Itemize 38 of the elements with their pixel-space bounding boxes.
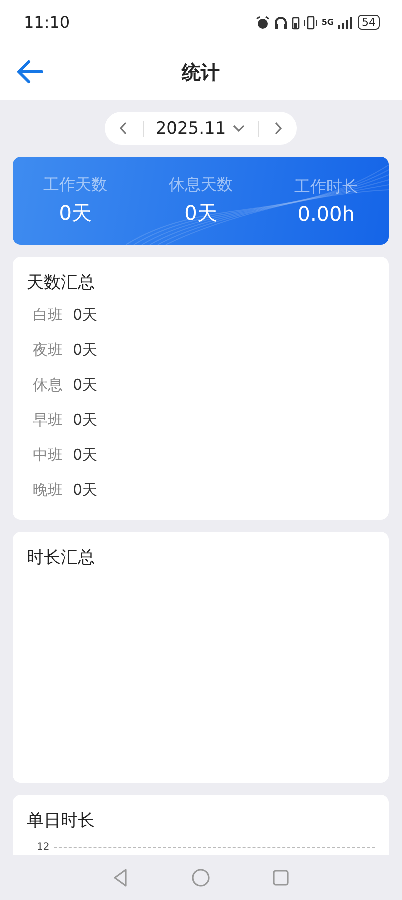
shift-label: 晚班 <box>33 481 63 500</box>
card-title: 时长汇总 <box>27 547 96 569</box>
alarm-icon <box>256 16 270 30</box>
stat-value: 0天 <box>184 200 218 227</box>
shift-label: 早班 <box>33 411 63 430</box>
page-title: 统计 <box>182 60 220 86</box>
shift-count: 0天 <box>73 306 98 325</box>
shift-label: 休息 <box>33 376 63 395</box>
back-button[interactable] <box>16 59 44 85</box>
stat-value: 0天 <box>59 200 92 227</box>
chevron-down-icon <box>232 124 246 134</box>
shift-label: 夜班 <box>33 341 63 360</box>
battery-level: 54 <box>358 15 380 30</box>
signal-icon <box>338 16 354 28</box>
shift-count: 0天 <box>73 411 98 430</box>
vibrate-icon <box>304 16 318 30</box>
axis-label: 12 <box>37 842 50 853</box>
shift-count: 0天 <box>73 481 98 500</box>
shift-count: 0天 <box>73 376 98 395</box>
shift-count: 0天 <box>73 446 98 465</box>
stat-value: 0.00h <box>298 202 355 226</box>
stat-label: 工作时长 <box>294 176 358 198</box>
battery-icon <box>292 16 300 30</box>
card-title: 天数汇总 <box>27 272 96 294</box>
shift-label: 白班 <box>33 306 63 325</box>
stat-label: 休息天数 <box>168 175 233 196</box>
chevron-left-icon <box>120 122 128 135</box>
status-time: 11:10 <box>24 13 70 32</box>
month-dropdown[interactable]: 2025.11 <box>154 118 248 138</box>
shift-label: 中班 <box>33 446 63 465</box>
card-title: 单日时长 <box>27 810 96 832</box>
chevron-right-icon <box>274 122 282 135</box>
shift-count: 0天 <box>73 341 98 360</box>
headphones-icon <box>274 16 288 30</box>
recents-nav-button[interactable] <box>271 868 291 888</box>
network-label: 5G <box>322 18 334 26</box>
home-nav-button[interactable] <box>191 868 211 888</box>
stat-label: 工作天数 <box>44 175 108 196</box>
